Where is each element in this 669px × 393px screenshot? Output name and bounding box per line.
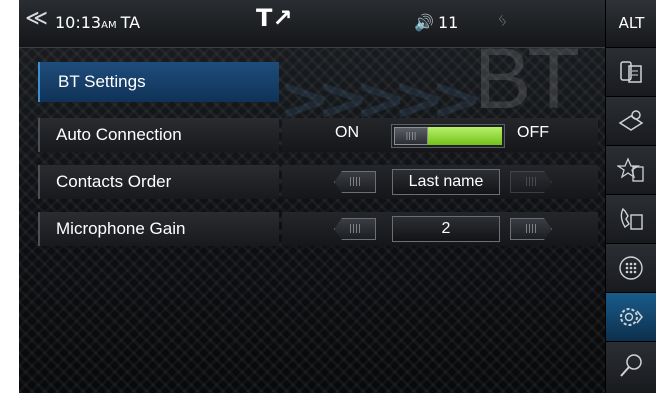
microphone-gain-increase-button[interactable]: |||| bbox=[510, 218, 552, 240]
contacts-order-next-button[interactable]: |||| bbox=[510, 171, 552, 193]
settings-button[interactable] bbox=[606, 293, 656, 342]
back-icon[interactable]: ≪ bbox=[25, 8, 48, 30]
favorites-icon bbox=[617, 157, 644, 182]
settings-icon bbox=[620, 308, 643, 326]
auto-connection-toggle[interactable]: |||| bbox=[391, 124, 505, 148]
microphone-gain-control: |||| 2 |||| bbox=[282, 212, 598, 246]
toggle-off-label: OFF bbox=[517, 124, 549, 141]
auto-connection-label: Auto Connection bbox=[56, 125, 182, 144]
favorites-button[interactable] bbox=[606, 146, 656, 195]
page-title: BT Settings bbox=[58, 72, 146, 91]
side-menu: ALT bbox=[605, 0, 656, 393]
microphone-gain-label: Microphone Gain bbox=[56, 219, 186, 238]
clock-time: 10:13 bbox=[55, 13, 102, 32]
auto-connection-label-cell: Auto Connection bbox=[38, 118, 279, 152]
contacts-order-control: |||| Last name |||| bbox=[282, 165, 598, 199]
page-title-tab: BT Settings bbox=[38, 62, 279, 102]
clock-ampm: AM bbox=[101, 20, 117, 31]
volume-icon: 🔊 bbox=[414, 13, 434, 32]
contacts-order-prev-button[interactable]: |||| bbox=[334, 171, 376, 193]
microphone-gain-label-cell: Microphone Gain bbox=[38, 212, 279, 246]
traffic-announcement-label: TA bbox=[120, 13, 141, 32]
toggle-knob[interactable]: |||| bbox=[394, 127, 428, 145]
call-log-icon bbox=[620, 207, 643, 230]
contacts-book-icon bbox=[618, 110, 644, 131]
microphone-gain-decrease-button[interactable]: |||| bbox=[334, 218, 376, 240]
contacts-order-value: Last name bbox=[392, 169, 500, 195]
alt-button[interactable]: ALT bbox=[606, 0, 656, 48]
navigation-turn-icon: T↗ bbox=[256, 4, 293, 32]
phone-list-icon bbox=[620, 61, 642, 83]
call-log-button[interactable] bbox=[606, 195, 656, 244]
bluetooth-icon: ᛃ bbox=[497, 10, 508, 31]
search-button[interactable] bbox=[606, 342, 656, 393]
volume-level: 11 bbox=[438, 13, 459, 32]
microphone-gain-value: 2 bbox=[392, 216, 500, 242]
phone-list-button[interactable] bbox=[606, 48, 656, 97]
status-bar: ≪ 10:13AM TA T↗ 🔊 11 ᛃ bbox=[19, 0, 605, 48]
keypad-button[interactable] bbox=[606, 244, 656, 293]
contacts-order-label: Contacts Order bbox=[56, 172, 172, 191]
toggle-on-label: ON bbox=[335, 124, 359, 141]
contacts-order-label-cell: Contacts Order bbox=[38, 165, 279, 199]
clock: 10:13AM TA bbox=[55, 13, 140, 36]
contacts-book-button[interactable] bbox=[606, 97, 656, 146]
head-unit-screen: BT >>>>> ≪ 10:13AM TA T↗ 🔊 11 ᛃ ALT BT S… bbox=[19, 0, 656, 393]
search-icon bbox=[620, 354, 642, 377]
keypad-icon bbox=[619, 256, 643, 280]
auto-connection-control: ON |||| OFF bbox=[282, 118, 598, 152]
toggle-fill bbox=[428, 127, 502, 145]
